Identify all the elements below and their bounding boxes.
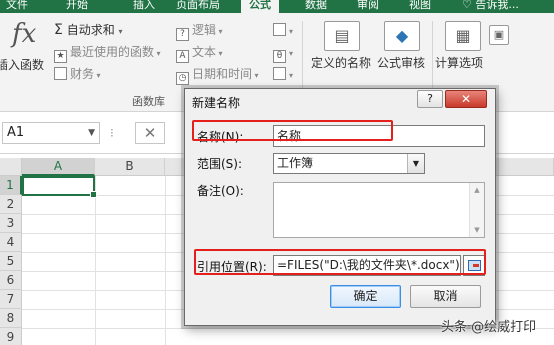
function-library-group-label: 函数库 [132,95,165,108]
row-header[interactable]: 9 [0,328,22,345]
recent-functions-button[interactable]: ★ 最近使用的函数 ▾ [54,44,161,63]
sigma-icon: Σ [54,22,63,38]
row-header[interactable]: 2 [0,195,22,214]
ribbon-tab-bar: 文件 开始 插入 页面布局 公式 数据 审阅 视图 ♡ 告诉我... [0,0,554,13]
lookup-icon [273,23,286,36]
name-box[interactable]: A1 ▼ [2,122,100,144]
math-icon: θ [273,50,286,63]
calc-now-icon[interactable]: ▣ [489,25,509,45]
scope-label: 范围(S): [197,157,243,171]
clock-icon: ◷ [176,72,189,85]
active-cell[interactable] [22,176,97,198]
financial-button[interactable]: 财务 ▾ [54,66,101,84]
scroll-up-icon[interactable]: ▲ [470,183,484,197]
comment-label: 备注(O): [197,184,244,198]
chevron-down-icon: ▾ [289,27,294,36]
row-header[interactable]: 8 [0,309,22,328]
scope-value: 工作簿 [277,156,314,170]
logical-label: 逻辑 [192,23,217,37]
formula-audit-button[interactable]: 公式审核 [377,55,425,71]
chevron-down-icon: ▾ [216,27,223,36]
row-header[interactable]: 7 [0,290,22,309]
row-header[interactable]: 4 [0,233,22,252]
refers-to-highlight-box [194,249,486,275]
column-header-a[interactable]: A [22,158,95,176]
name-highlight-box [192,120,393,141]
tab-tell-me[interactable]: ♡ 告诉我... [462,0,519,13]
tab-formulas[interactable]: 公式 [241,0,279,13]
chevron-down-icon: ▾ [154,49,161,58]
name-box-value: A1 [7,125,25,140]
autosum-button[interactable]: Σ 自动求和 ▾ [54,22,123,40]
insert-function-icon: fx [12,19,37,49]
define-name-button[interactable]: 定义的名称 [311,55,371,71]
cancel-formula-button[interactable]: ✕ [135,122,165,144]
cancel-button[interactable]: 取消 [410,285,481,308]
dialog-title: 新建名称 [192,96,241,110]
datetime-button[interactable]: ◷ 日期和时间 ▾ [176,66,259,85]
tab-page-layout[interactable]: 页面布局 [176,0,220,13]
book-icon [54,67,67,80]
calc-options-button[interactable]: 计算选项 [435,55,483,71]
financial-label: 财务 [70,67,95,81]
ok-button[interactable]: 确定 [330,285,401,308]
row-header[interactable]: 1 [0,176,22,195]
close-button[interactable]: ✕ [445,90,487,108]
lightbulb-icon: ♡ [462,0,476,11]
help-button[interactable]: ? [417,90,443,108]
tell-me-label: 告诉我... [475,0,519,11]
column-header-b[interactable]: B [95,158,165,176]
chevron-down-icon: ▾ [94,71,101,80]
recent-label: 最近使用的函数 [70,45,155,59]
row-header[interactable]: 6 [0,271,22,290]
formula-audit-icon: ◆ [384,21,420,51]
chevron-down-icon: ▾ [252,71,259,80]
scope-select[interactable]: 工作簿 ▼ [273,153,425,174]
tab-insert[interactable]: 插入 [133,0,155,13]
gridline [165,176,166,345]
comment-scrollbar[interactable]: ▲ ▼ [469,183,484,237]
text-icon: A [176,50,189,63]
chevron-down-icon: ▼ [88,128,95,138]
more-functions-button[interactable]: ▾ [273,66,293,84]
math-button[interactable]: θ ▾ [273,44,293,63]
define-name-icon: ▤ [324,21,360,51]
chevron-down-icon: ▾ [118,27,123,36]
chevron-down-icon: ▾ [216,49,223,58]
tab-data[interactable]: 数据 [305,0,327,13]
select-all-corner[interactable] [0,158,22,176]
datetime-label: 日期和时间 [192,67,253,81]
question-icon: ? [176,28,189,41]
tab-home[interactable]: 开始 [66,0,88,13]
row-header[interactable]: 5 [0,252,22,271]
lookup-button[interactable]: ▾ [273,22,293,40]
insert-function-button[interactable]: 插入函数 [0,57,44,73]
gridline [95,176,96,345]
tab-review[interactable]: 审阅 [357,0,379,13]
tab-view[interactable]: 视图 [409,0,431,13]
scroll-down-icon[interactable]: ▼ [470,223,484,237]
text-button[interactable]: A 文本 ▾ [176,44,223,63]
logical-button[interactable]: ? 逻辑 ▾ [176,22,223,41]
star-icon: ★ [54,50,67,63]
chevron-down-icon: ▼ [407,154,424,173]
more-functions-icon [273,67,286,80]
chevron-down-icon: ▾ [289,49,294,58]
calculator-icon: ▦ [445,21,481,51]
comment-textarea[interactable]: ▲ ▼ [273,182,485,238]
grip-icon: ⁝ [110,126,114,140]
row-header[interactable]: 3 [0,214,22,233]
chevron-down-icon: ▾ [289,71,294,80]
tab-file[interactable]: 文件 [6,0,28,13]
autosum-label: 自动求和 [66,23,115,37]
text-label: 文本 [192,45,217,59]
watermark: 头条 @绘威打印 [441,320,537,335]
